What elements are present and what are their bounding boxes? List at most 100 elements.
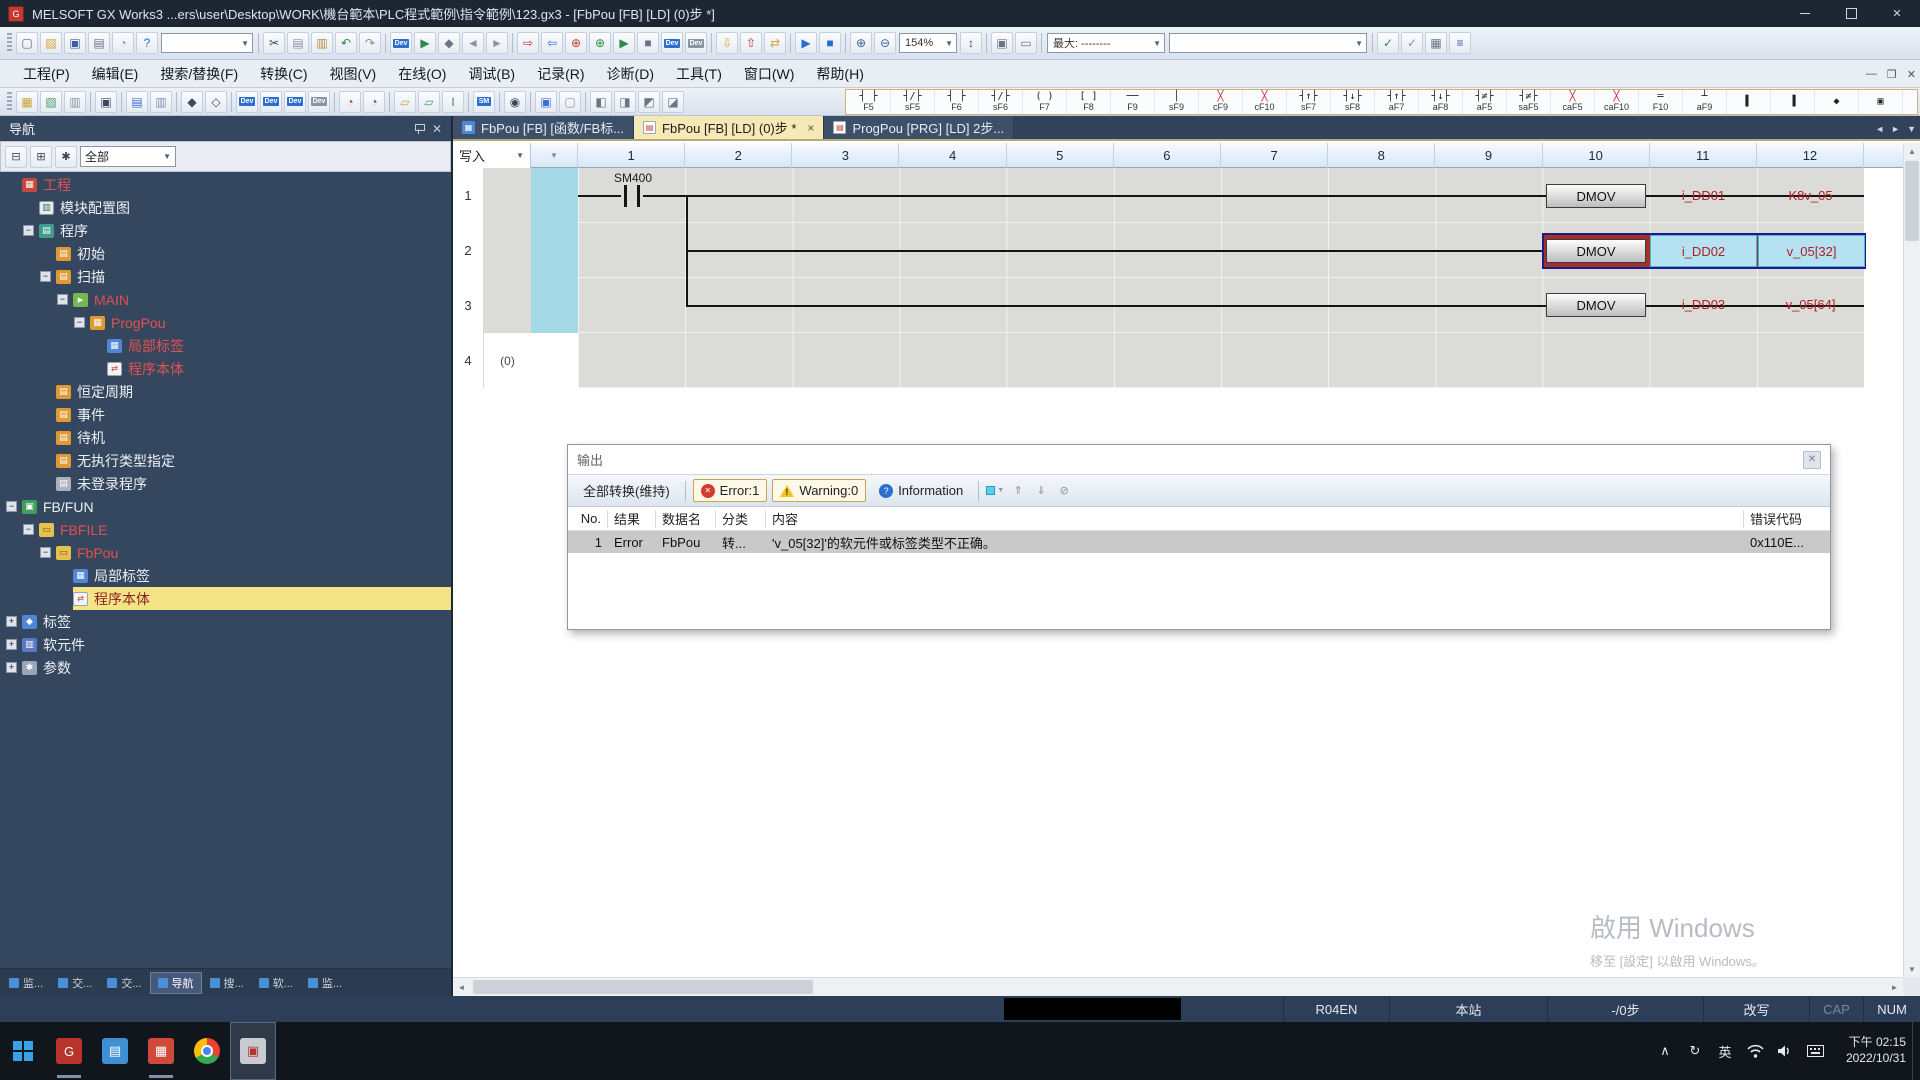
tab-list-icon[interactable]: ▼	[1907, 124, 1916, 134]
menu-窗口(W)[interactable]: 窗口(W)	[733, 66, 806, 82]
note-edit-icon[interactable]: ▱	[418, 91, 440, 113]
list-view-icon[interactable]: ≡	[1449, 32, 1471, 54]
tree-item-局部标签[interactable]: 局部标签	[0, 334, 451, 357]
instruction-box-selected[interactable]: DMOV	[1546, 239, 1646, 263]
column-header-content[interactable]: 内容	[766, 510, 1744, 528]
falling-pulse-close-button[interactable]: ┤↓├aF8	[1419, 90, 1463, 114]
maximize-button[interactable]	[1828, 0, 1874, 27]
operand1-label[interactable]: i_DD01	[1650, 188, 1757, 203]
tree-item-程序[interactable]: −程序	[0, 219, 451, 242]
vertical-scroll-thumb[interactable]	[1905, 161, 1919, 241]
project-tree-icon[interactable]: ▦	[16, 91, 38, 113]
mdi-minimize-icon[interactable]: —	[1866, 68, 1877, 80]
horizontal-line-button[interactable]: ──F9	[1111, 90, 1155, 114]
tree-filter-select[interactable]: 全部 ▼	[80, 146, 176, 167]
window-split-left-icon[interactable]: ◧	[590, 91, 612, 113]
wifi-icon[interactable]	[1740, 1022, 1770, 1080]
scroll-down-icon[interactable]: ▼	[1904, 961, 1920, 977]
zoom-in-icon[interactable]: ⊕	[850, 32, 872, 54]
panel-tab-监...[interactable]: 监...	[2, 972, 50, 994]
read-from-plc-icon[interactable]: ⇦	[541, 32, 563, 54]
menu-记录(R)[interactable]: 记录(R)	[526, 66, 595, 82]
device-read-icon[interactable]: Dev	[685, 32, 707, 54]
gear-icon[interactable]: ✱	[55, 146, 77, 168]
monitor-start-icon[interactable]: ▶	[795, 32, 817, 54]
document-tab-ProgPou [PRG] [LD] 2步...[interactable]: ▤ProgPou [PRG] [LD] 2步...	[824, 116, 1014, 139]
redo-icon[interactable]: ↷	[359, 32, 381, 54]
transfer-write-icon[interactable]: ⇧	[740, 32, 762, 54]
write-to-plc-icon[interactable]: ⇨	[517, 32, 539, 54]
tree-item-MAIN[interactable]: −MAIN	[0, 288, 451, 311]
expand-tree-icon[interactable]: ⊞	[30, 146, 52, 168]
hk-monitor-icon[interactable]: ◆	[438, 32, 460, 54]
module-configuration-icon[interactable]: ▣	[95, 91, 117, 113]
start-button[interactable]	[0, 1022, 46, 1080]
pulse-close-branch-button[interactable]: ┤≠├saF5	[1507, 90, 1551, 114]
warning-filter-button[interactable]: Warning:0	[772, 479, 866, 502]
operand2-selected[interactable]: v_05[32]	[1758, 235, 1865, 267]
tab-scroll-left-icon[interactable]: ◄	[1875, 124, 1884, 134]
tree-item-标签[interactable]: +标签	[0, 610, 451, 633]
zoom-level-combo[interactable]: 154%▼	[899, 33, 957, 53]
panel-tab-交...[interactable]: 交...	[51, 972, 99, 994]
save-icon[interactable]: ▣	[64, 32, 86, 54]
collapse-icon[interactable]: −	[23, 225, 34, 236]
fit-width-icon[interactable]: ↕	[960, 32, 982, 54]
transfer-verify-icon[interactable]: ⇄	[764, 32, 786, 54]
watch-monitor-red-icon[interactable]: ◔	[339, 91, 361, 113]
copy-icon[interactable]: ▤	[287, 32, 309, 54]
local-label-list-icon[interactable]: ▤	[126, 91, 148, 113]
window-split-right-icon[interactable]: ◨	[614, 91, 636, 113]
tab-scroll-right-icon[interactable]: ►	[1891, 124, 1900, 134]
volume-icon[interactable]	[1770, 1022, 1800, 1080]
open-branch-button[interactable]: ┤ ├F6	[935, 90, 979, 114]
show-desktop-button[interactable]	[1912, 1022, 1920, 1080]
collapse-icon[interactable]: −	[23, 524, 34, 535]
instruction-box[interactable]: DMOV	[1546, 184, 1646, 208]
panel-tab-搜...[interactable]: 搜...	[203, 972, 251, 994]
instruction-d-button[interactable]: ▣	[1859, 90, 1903, 114]
taskbar-chrome[interactable]	[184, 1022, 230, 1080]
pulse-branch-button[interactable]: ┤≠├aF5	[1463, 90, 1507, 114]
run-icon[interactable]: ▶	[613, 32, 635, 54]
tree-item-待机[interactable]: 待机	[0, 426, 451, 449]
line-delete-button[interactable]: ┴aF9	[1683, 90, 1727, 114]
fb-layer-icon[interactable]: ▧	[40, 91, 62, 113]
window-split-top-icon[interactable]: ◩	[638, 91, 660, 113]
pin-icon[interactable]	[415, 122, 424, 135]
chevron-down-icon[interactable]: ▼	[945, 39, 953, 48]
tree-item-程序本体[interactable]: 程序本体	[0, 357, 451, 380]
chevron-down-icon[interactable]: ▼	[1355, 39, 1363, 48]
menu-调试(B)[interactable]: 调试(B)	[457, 66, 526, 82]
cut-icon[interactable]: ✂	[263, 32, 285, 54]
comment-display-icon[interactable]: ▭	[1015, 32, 1037, 54]
help-icon[interactable]: ?	[136, 32, 158, 54]
line-write-button[interactable]: ═F10	[1639, 90, 1683, 114]
menu-工具(T)[interactable]: 工具(T)	[665, 66, 733, 82]
panel-tab-软...[interactable]: 软...	[252, 972, 300, 994]
chevron-down-icon[interactable]: ▼	[1153, 39, 1161, 48]
menu-诊断(D)[interactable]: 诊断(D)	[596, 66, 665, 82]
error-filter-button[interactable]: ✕ Error:1	[693, 479, 768, 502]
device-memory-icon[interactable]: Dev	[260, 91, 282, 113]
ime-indicator[interactable]: 英	[1710, 1022, 1740, 1080]
coil-button[interactable]: ( )F7	[1023, 90, 1067, 114]
tree-item-模块配置图[interactable]: 模块配置图	[0, 196, 451, 219]
chevron-down-icon[interactable]: ▼	[241, 39, 249, 48]
taskbar-active-window[interactable]: ▣	[230, 1022, 276, 1080]
menu-搜索/替换(F)[interactable]: 搜索/替换(F)	[149, 66, 249, 82]
device-replace-icon[interactable]: Dev	[308, 91, 330, 113]
collapse-icon[interactable]: −	[6, 501, 17, 512]
mode-select[interactable]: 写入 ▼	[453, 143, 531, 168]
convert-all-button[interactable]: 全部转换(维持)	[575, 477, 678, 504]
tree-item-工程[interactable]: 工程	[0, 173, 451, 196]
print-icon[interactable]: ▤	[88, 32, 110, 54]
zoom-out-icon[interactable]: ⊖	[874, 32, 896, 54]
sm-monitor-icon[interactable]: SM	[473, 91, 495, 113]
jump-previous-icon[interactable]: ⇑	[1009, 482, 1027, 500]
close-contact-button[interactable]: ┤/├sF5	[891, 90, 935, 114]
instruction-a-button[interactable]: ▌	[1727, 90, 1771, 114]
tree-item-扫描[interactable]: −扫描	[0, 265, 451, 288]
collapse-icon[interactable]: −	[40, 271, 51, 282]
quick-find-combo[interactable]: ▼	[161, 33, 253, 53]
